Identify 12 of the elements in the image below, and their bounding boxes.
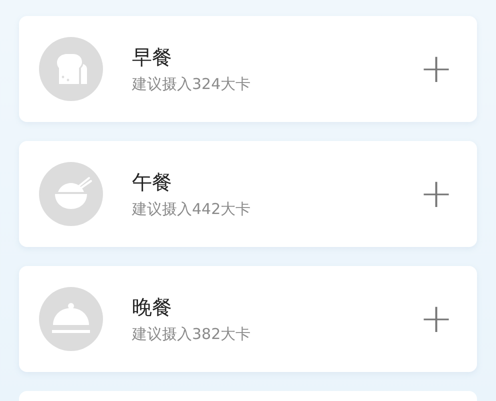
add-button[interactable]: + <box>419 174 453 214</box>
meal-title: 午餐 <box>132 169 173 195</box>
add-button[interactable]: + <box>419 49 453 89</box>
meal-title: 晚餐 <box>132 294 173 320</box>
cloche-icon <box>39 287 103 351</box>
meal-title: 早餐 <box>132 44 173 70</box>
add-button[interactable]: + <box>419 299 453 339</box>
calorie-hint: 建议摄入382大卡 <box>132 324 252 344</box>
bowl-icon <box>39 162 103 226</box>
toast-icon <box>39 37 103 101</box>
calorie-hint: 建议摄入442大卡 <box>132 199 252 219</box>
calorie-hint: 建议摄入324大卡 <box>132 74 252 94</box>
